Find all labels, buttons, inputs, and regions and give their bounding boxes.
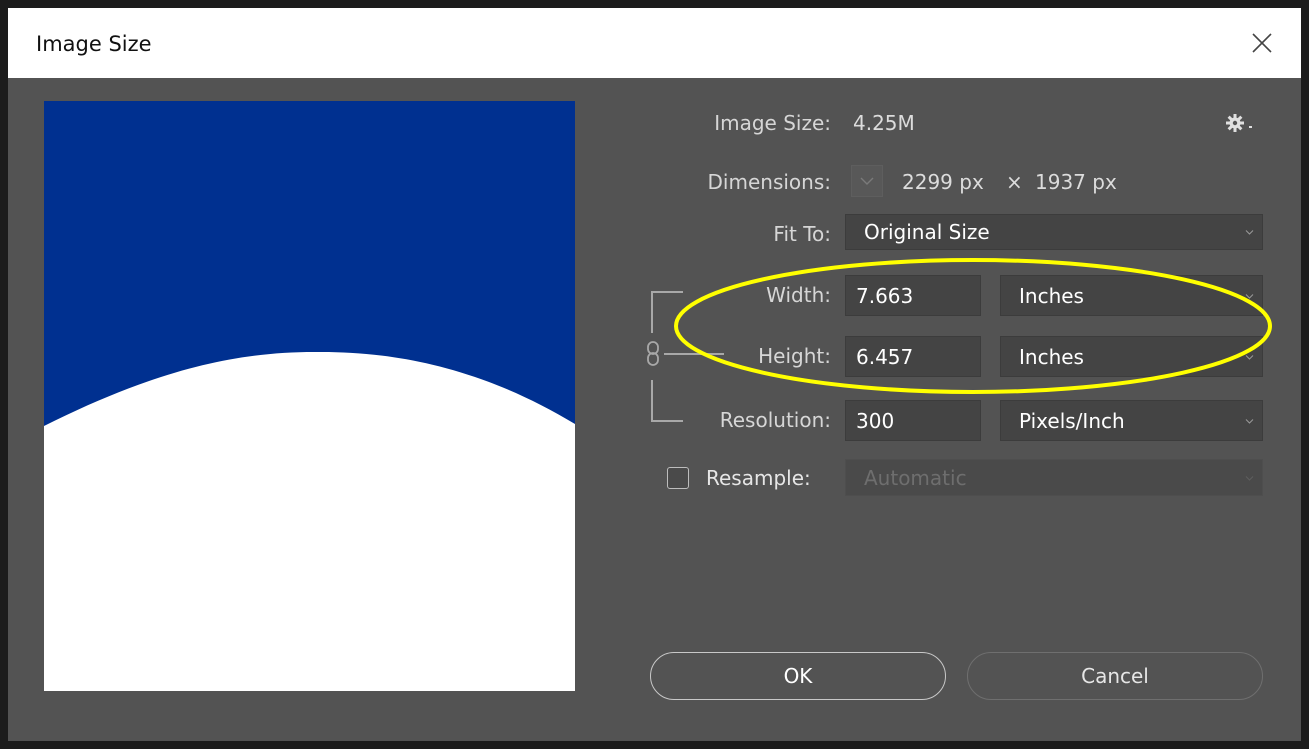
resample-checkbox[interactable]: [667, 467, 689, 489]
dimensions-width-value: 2299 px: [902, 170, 984, 194]
dimensions-times-symbol: ×: [1006, 170, 1023, 194]
resolution-value: 300: [856, 408, 895, 433]
ok-button-label: OK: [783, 664, 813, 688]
resolution-input[interactable]: 300: [845, 400, 981, 441]
resample-method-value: Automatic: [864, 465, 967, 490]
image-size-label: Image Size:: [714, 111, 831, 135]
dimensions-unit-dropdown[interactable]: [851, 165, 883, 197]
resample-label: Resample:: [706, 466, 811, 490]
resolution-unit-dropdown[interactable]: Pixels/Inch: [1000, 400, 1263, 441]
highlight-annotation: [674, 258, 1272, 394]
chevron-down-icon: [1245, 418, 1254, 424]
chain-link-icon[interactable]: [644, 340, 662, 368]
chevron-down-icon: [860, 177, 874, 185]
fit-to-label: Fit To:: [773, 222, 831, 246]
ok-button[interactable]: OK: [650, 652, 946, 700]
image-size-value: 4.25M: [853, 111, 915, 135]
close-icon[interactable]: [1247, 28, 1277, 58]
gear-icon[interactable]: [1224, 112, 1256, 134]
resolution-label: Resolution:: [719, 408, 831, 432]
chevron-down-icon: [1245, 230, 1254, 235]
dimensions-label: Dimensions:: [707, 170, 831, 194]
resample-method-dropdown[interactable]: Automatic: [845, 459, 1263, 496]
chevron-down-icon: [1245, 475, 1254, 481]
dialog-title: Image Size: [36, 32, 152, 56]
title-bar: Image Size: [8, 8, 1301, 78]
dimensions-height-value: 1937 px: [1035, 170, 1117, 194]
image-preview[interactable]: [44, 101, 575, 691]
fit-to-dropdown[interactable]: Original Size: [845, 214, 1263, 250]
resolution-unit-value: Pixels/Inch: [1019, 408, 1125, 433]
cancel-button-label: Cancel: [1081, 664, 1149, 688]
preview-image: [44, 101, 575, 691]
fit-to-value: Original Size: [864, 220, 990, 244]
cancel-button[interactable]: Cancel: [967, 652, 1263, 700]
